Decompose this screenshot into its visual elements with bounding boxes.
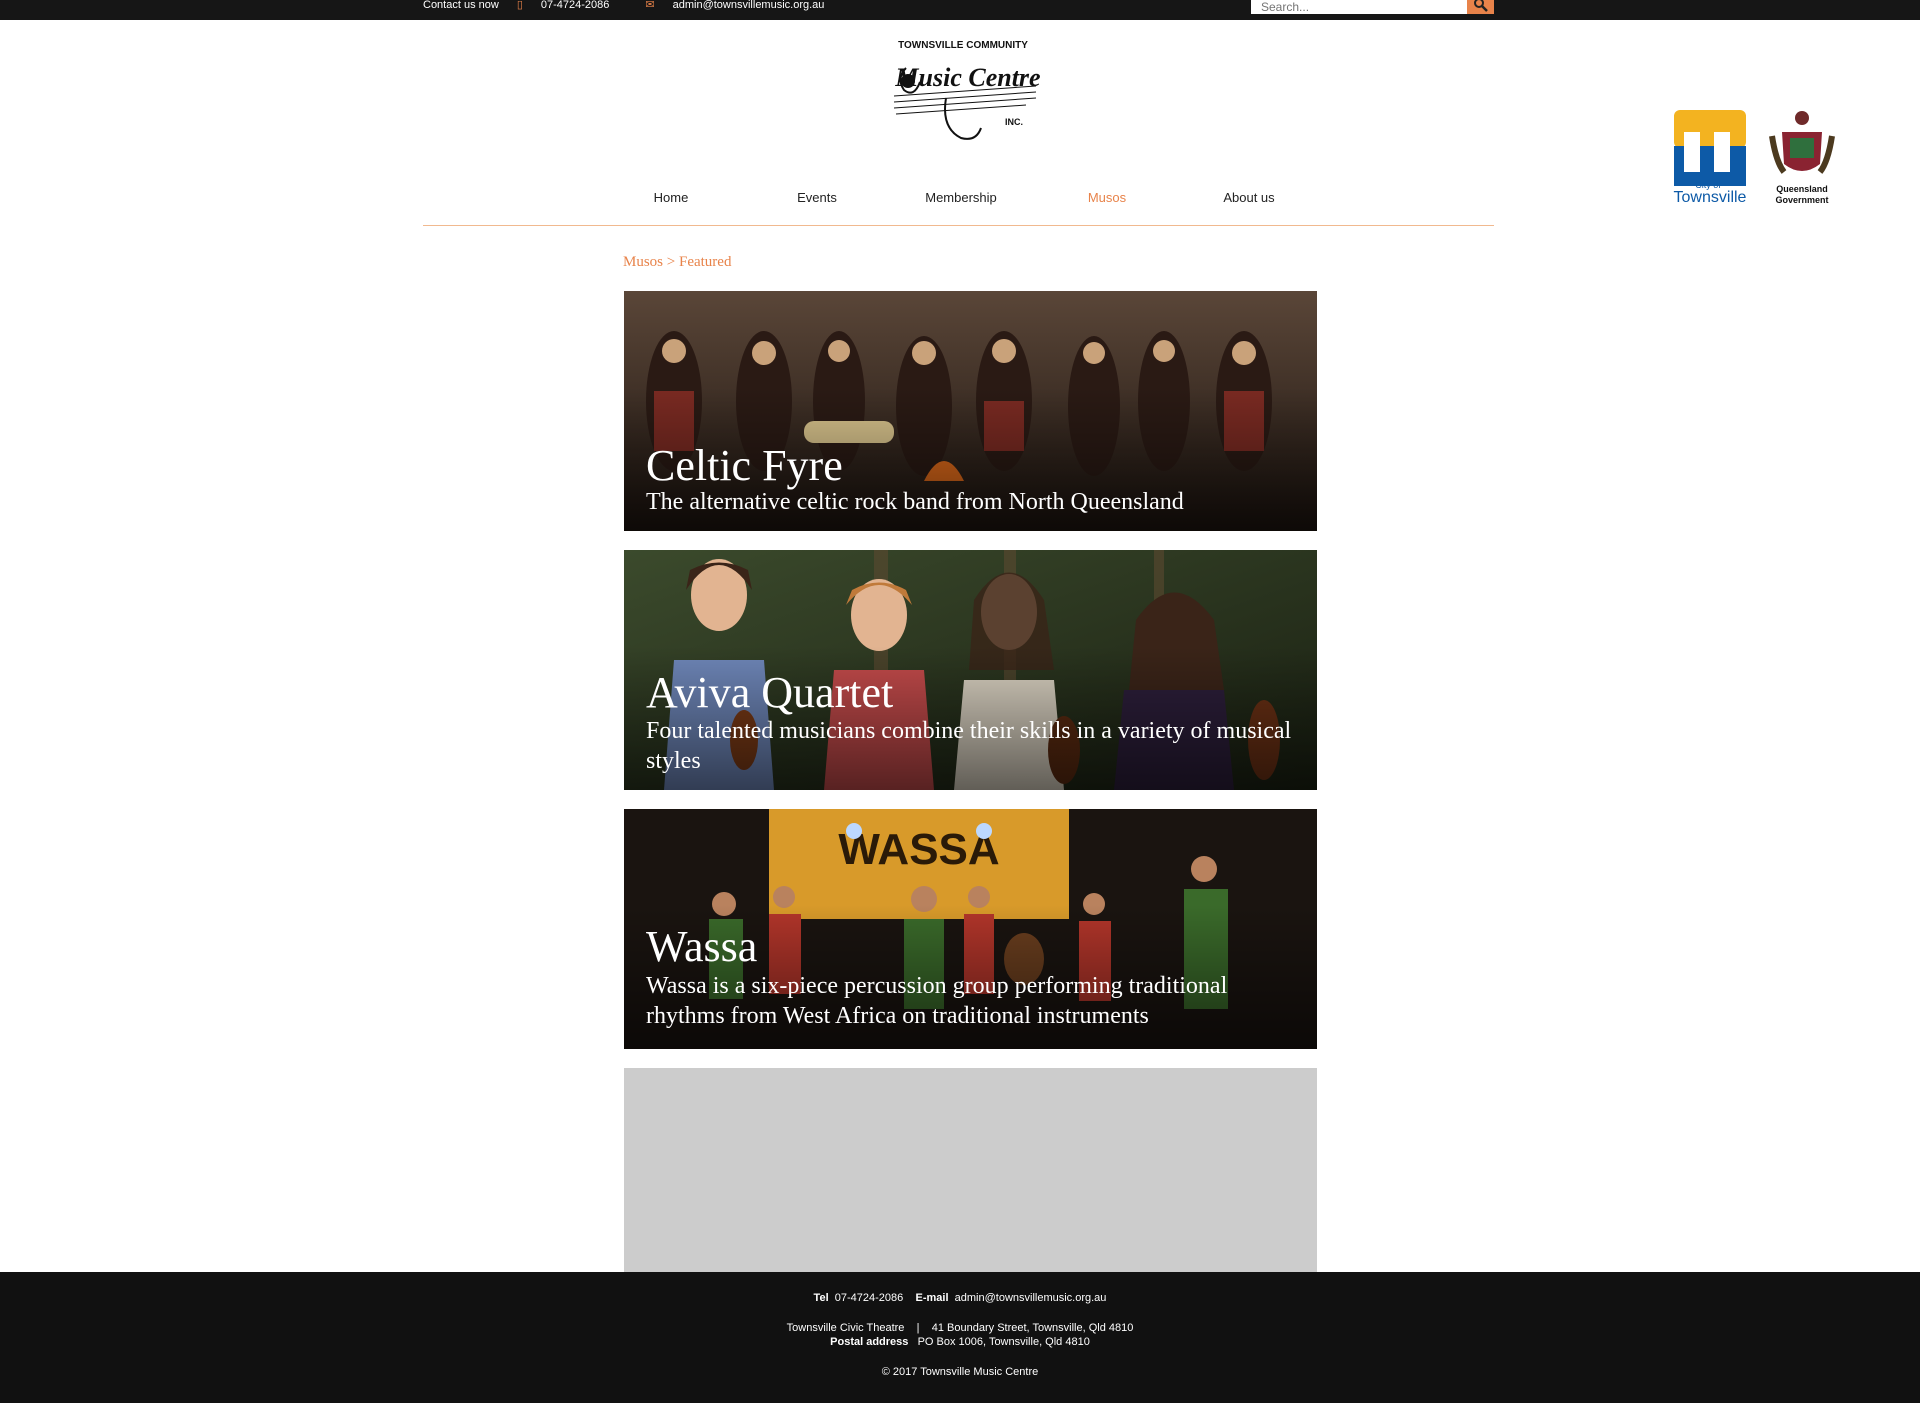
footer-tel[interactable]: 07-4724-2086 [835,1292,904,1304]
logo-line1: TOWNSVILLE COMMUNITY [898,40,1028,51]
search-button[interactable] [1467,0,1494,14]
logo-line3: INC. [1005,117,1023,127]
svg-text:Townsville: Townsville [1674,189,1747,206]
footer-tel-label: Tel [813,1292,829,1304]
phone-link[interactable]: ▯ 07-4724-2086 [516,0,628,11]
card-title: Aviva Quartet [646,668,894,717]
email-link[interactable]: ✉ admin@townsvillemusic.org.au [645,0,842,11]
nav-divider [423,225,1494,226]
nav-about-us[interactable]: About us [1223,190,1274,205]
search-icon [1474,0,1488,12]
featured-card-aviva-quartet[interactable]: Aviva Quartet Four talented musicians co… [624,550,1317,790]
svg-text:Queensland: Queensland [1776,184,1828,194]
footer-street: 41 Boundary Street, Townsville, Qld 4810 [931,1322,1134,1334]
footer-address-row: Townsville Civic Theatre | 41 Boundary S… [0,1322,1920,1334]
svg-text:Government: Government [1775,195,1828,205]
footer-venue: Townsville Civic Theatre [786,1322,905,1334]
nav-home[interactable]: Home [654,190,689,205]
logo-line2: Music Centre [894,63,1040,92]
contact-label: Contact us now [423,0,499,11]
search-input[interactable] [1251,0,1467,14]
footer-contact-row: Tel 07-4724-2086 E-mail admin@townsville… [0,1292,1920,1304]
card-description: Four talented musicians combine their sk… [646,718,1292,774]
nav-musos[interactable]: Musos [1088,190,1126,205]
footer-postal-label: Postal address [830,1336,909,1348]
site-footer: Tel 07-4724-2086 E-mail admin@townsville… [0,1272,1920,1403]
footer-email[interactable]: admin@townsvillemusic.org.au [955,1292,1107,1304]
footer-separator: | [916,1322,920,1334]
main-nav: Home Events Membership Musos About us [603,190,1328,208]
footer-email-label: E-mail [915,1292,949,1304]
featured-card-wassa[interactable]: WASSA Wassa Wassa is a six-piece percuss… [624,809,1317,1049]
card-description: Wassa is a six-piece percussion group pe… [646,973,1228,1029]
card-title: Celtic Fyre [646,441,843,490]
card-title: Wassa [646,922,758,971]
contact-strip: Contact us now ▯ 07-4724-2086 ✉ admin@to… [423,0,860,11]
mail-icon: ✉ [645,0,655,11]
phone-number: 07-4724-2086 [540,0,610,11]
phone-icon: ▯ [516,0,523,11]
site-logo[interactable]: TOWNSVILLE COMMUNITY Music Centre INC. [886,38,1040,146]
city-of-townsville-logo[interactable]: City of Townsville [1674,110,1747,206]
nav-events[interactable]: Events [797,190,837,205]
queensland-government-logo[interactable]: Queensland Government [1769,111,1835,205]
top-bar: Contact us now ▯ 07-4724-2086 ✉ admin@to… [0,0,1920,20]
footer-postal-row: Postal address PO Box 1006, Townsville, … [0,1336,1920,1348]
footer-postal: PO Box 1006, Townsville, Qld 4810 [917,1336,1090,1348]
breadcrumb[interactable]: Musos > Featured [623,254,731,271]
banner-wassa-art: WASSA [838,825,999,874]
featured-card-celtic-fyre[interactable]: Celtic Fyre The alternative celtic rock … [624,291,1317,531]
nav-membership[interactable]: Membership [925,190,997,205]
footer-copyright: © 2017 Townsville Music Centre [881,1366,1039,1378]
sponsor-logos: City of Townsville Queensland Government [1674,110,1835,206]
card-description: The alternative celtic rock band from No… [646,489,1184,515]
email-address: admin@townsvillemusic.org.au [672,0,825,11]
